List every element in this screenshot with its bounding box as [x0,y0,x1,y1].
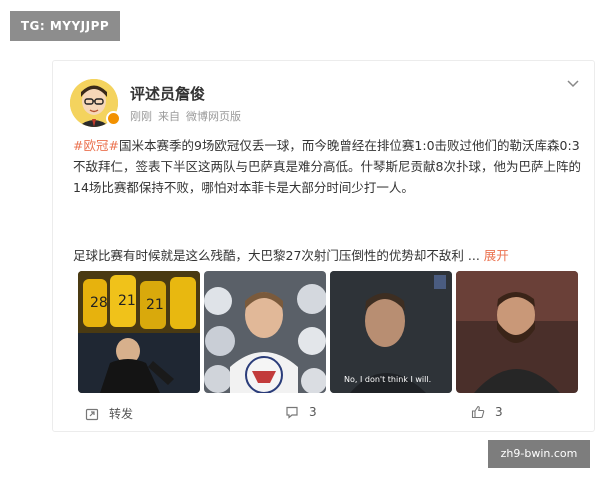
striker-portrait-photo[interactable] [204,271,326,393]
comment-icon [286,406,298,419]
comment-button[interactable]: 3 [285,405,317,419]
post-body-text: 国米本赛季的9场欧冠仅丢一球，而今晚曾经在排位赛1:0击败过他们的勒沃库森0:3… [73,138,581,195]
goalkeeper-meme-photo[interactable]: No, I don't think I will. [330,271,452,393]
post-time: 刚刚 [130,110,152,123]
comment-count: 3 [309,405,317,419]
svg-text:28: 28 [90,295,108,311]
image-grid: 28 21 21 No, I don't think I will. [78,271,578,393]
verified-badge-icon [106,111,121,126]
repost-button[interactable]: 转发 [85,405,133,422]
post-body: #欧冠#国米本赛季的9场欧冠仅丢一球，而今晚曾经在排位赛1:0击败过他们的勒沃库… [73,135,581,198]
goalkeeper-portrait-photo[interactable] [456,271,578,393]
source-prefix: 来自 [158,110,180,123]
meme-caption: No, I don't think I will. [344,375,432,384]
weibo-post-card: 评述员詹俊 刚刚 来自 微博网页版 #欧冠#国米本赛季的9场欧冠仅丢一球，而今晚曾经… [52,60,595,432]
repost-icon [85,408,99,420]
post-source[interactable]: 微博网页版 [186,110,241,123]
post-body-second-paragraph: 足球比赛有时候就是这么残酷，大巴黎27次射门压倒性的优势却不敌利 ... 展开 [73,245,583,264]
like-count: 3 [495,405,503,419]
action-bar: 转发 3 3 [53,401,594,427]
repost-label: 转发 [109,407,134,421]
chevron-down-icon[interactable] [566,77,580,91]
svg-text:21: 21 [118,293,136,309]
post-meta: 刚刚 来自 微博网页版 [130,108,247,124]
like-button[interactable]: 3 [471,405,503,419]
team-celebration-photo[interactable]: 28 21 21 [78,271,200,393]
hashtag-link[interactable]: #欧冠# [73,138,119,153]
second-paragraph-text: 足球比赛有时候就是这么残酷，大巴黎27次射门压倒性的优势却不敌利 ... [73,248,480,263]
tg-badge: TG: MYYJJPP [10,11,120,41]
svg-text:21: 21 [146,297,164,313]
expand-link[interactable]: 展开 [484,248,509,263]
watermark: zh9-bwin.com [488,440,590,468]
like-icon [471,405,485,419]
author-name[interactable]: 评述员詹俊 [130,83,205,104]
